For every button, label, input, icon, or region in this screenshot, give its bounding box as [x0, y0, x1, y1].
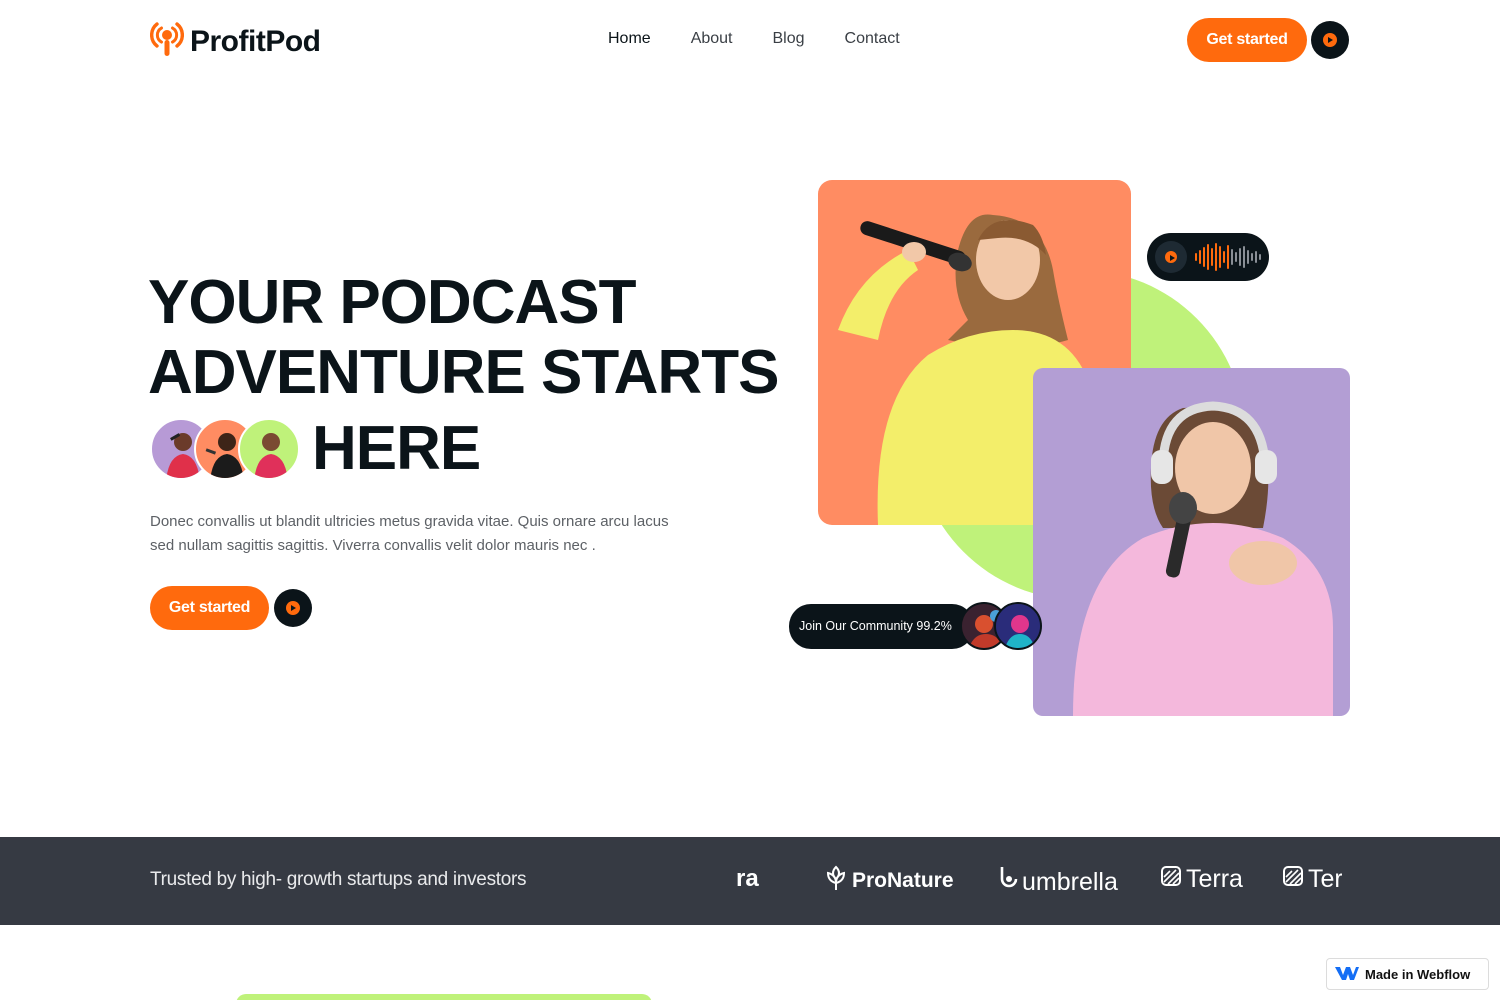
leaf-icon — [824, 865, 848, 897]
partner-logo-text: Terra — [1186, 865, 1243, 893]
soundwave-bar — [1195, 253, 1197, 261]
nav-links: Home About Blog Contact — [608, 30, 900, 48]
soundwave-bar — [1227, 245, 1229, 269]
nav-link-contact[interactable]: Contact — [845, 30, 900, 48]
partner-logo-text: Terr — [1308, 865, 1342, 893]
soundwave-bar — [1243, 246, 1245, 268]
nav-link-about[interactable]: About — [691, 30, 733, 48]
trusted-label: Trusted by high- growth startups and inv… — [150, 869, 527, 890]
soundwave-bar — [1203, 247, 1205, 267]
partner-logo-pronature: ProNature — [824, 865, 954, 897]
hero-image-singer-pink-hoodie — [1033, 368, 1350, 716]
soundwave-bar — [1207, 244, 1209, 270]
partner-logo-text: ProNature — [852, 869, 954, 892]
hero-title-line1: YOUR PODCAST — [148, 268, 636, 337]
soundwave-bar — [1215, 243, 1217, 271]
made-in-webflow-badge[interactable]: Made in Webflow — [1326, 958, 1489, 990]
partner-logo-umbrella: umbrella — [994, 865, 1118, 900]
podcast-mic-icon — [150, 20, 184, 63]
terra-icon — [1160, 865, 1182, 894]
webflow-badge-label: Made in Webflow — [1365, 966, 1471, 982]
avatar — [993, 602, 1042, 650]
audio-wave-pill[interactable] — [1147, 233, 1269, 281]
partner-logo-terra: Terra — [1160, 865, 1243, 894]
hero-play-button[interactable] — [274, 589, 312, 627]
vinyl-disc-icon — [1155, 241, 1187, 273]
hero-title: YOUR PODCAST ADVENTURE STARTS — [148, 268, 779, 408]
hero-title-line2: ADVENTURE STARTS — [148, 338, 779, 407]
hero-cta-group: Get started — [150, 586, 312, 630]
umbrella-icon — [994, 865, 1018, 900]
soundwave-bar — [1255, 251, 1257, 263]
play-icon — [286, 601, 300, 615]
soundwave-bar — [1247, 250, 1249, 264]
hero-title-line3: HERE — [312, 414, 481, 483]
soundwave-bar — [1199, 250, 1201, 264]
trusted-by-bar: Trusted by high- growth startups and inv… — [0, 837, 1500, 925]
hero-title-line3-row: HERE — [150, 414, 481, 483]
nav-link-blog[interactable]: Blog — [773, 30, 805, 48]
soundwave-bar — [1239, 248, 1241, 266]
partner-logo-text: umbrella — [1022, 868, 1118, 896]
avatar — [238, 418, 300, 480]
brand-logo[interactable]: ProfitPod — [150, 20, 321, 63]
webflow-icon — [1335, 965, 1359, 984]
soundwave-bar — [1219, 246, 1221, 268]
soundwave-bar — [1259, 254, 1261, 260]
nav-link-home[interactable]: Home — [608, 30, 651, 48]
terra-icon — [1282, 865, 1304, 894]
nav-get-started-button[interactable]: Get started — [1187, 18, 1307, 62]
nav-play-button[interactable] — [1311, 21, 1349, 59]
partner-logo-text: ra — [736, 865, 759, 892]
top-navbar: ProfitPod Home About Blog Contact Get st… — [0, 0, 1500, 80]
next-section-green-shape — [236, 994, 652, 1000]
play-icon — [1323, 33, 1337, 47]
nav-cta-group: Get started — [1187, 18, 1349, 62]
hero-get-started-button[interactable]: Get started — [150, 586, 269, 630]
soundwave-bar — [1223, 251, 1225, 263]
hero-avatar-group — [150, 418, 300, 480]
partner-logo-marquee: ra ProNature umbrella Terra Terr — [736, 837, 1342, 925]
community-label: Join Our Community 99.2% — [789, 603, 974, 649]
soundwave-bar — [1235, 252, 1237, 262]
partner-logo-partial: ra — [736, 865, 759, 893]
soundwave-bar — [1211, 248, 1213, 266]
soundwave-icon — [1195, 242, 1261, 272]
soundwave-bar — [1251, 253, 1253, 261]
partner-logo-terra-partial: Terr — [1282, 865, 1342, 894]
hero-description: Donec convallis ut blandit ultricies met… — [150, 513, 669, 554]
community-widget[interactable]: Join Our Community 99.2% — [789, 602, 1042, 650]
play-icon — [1165, 251, 1177, 263]
brand-name: ProfitPod — [190, 24, 321, 58]
soundwave-bar — [1231, 249, 1233, 265]
